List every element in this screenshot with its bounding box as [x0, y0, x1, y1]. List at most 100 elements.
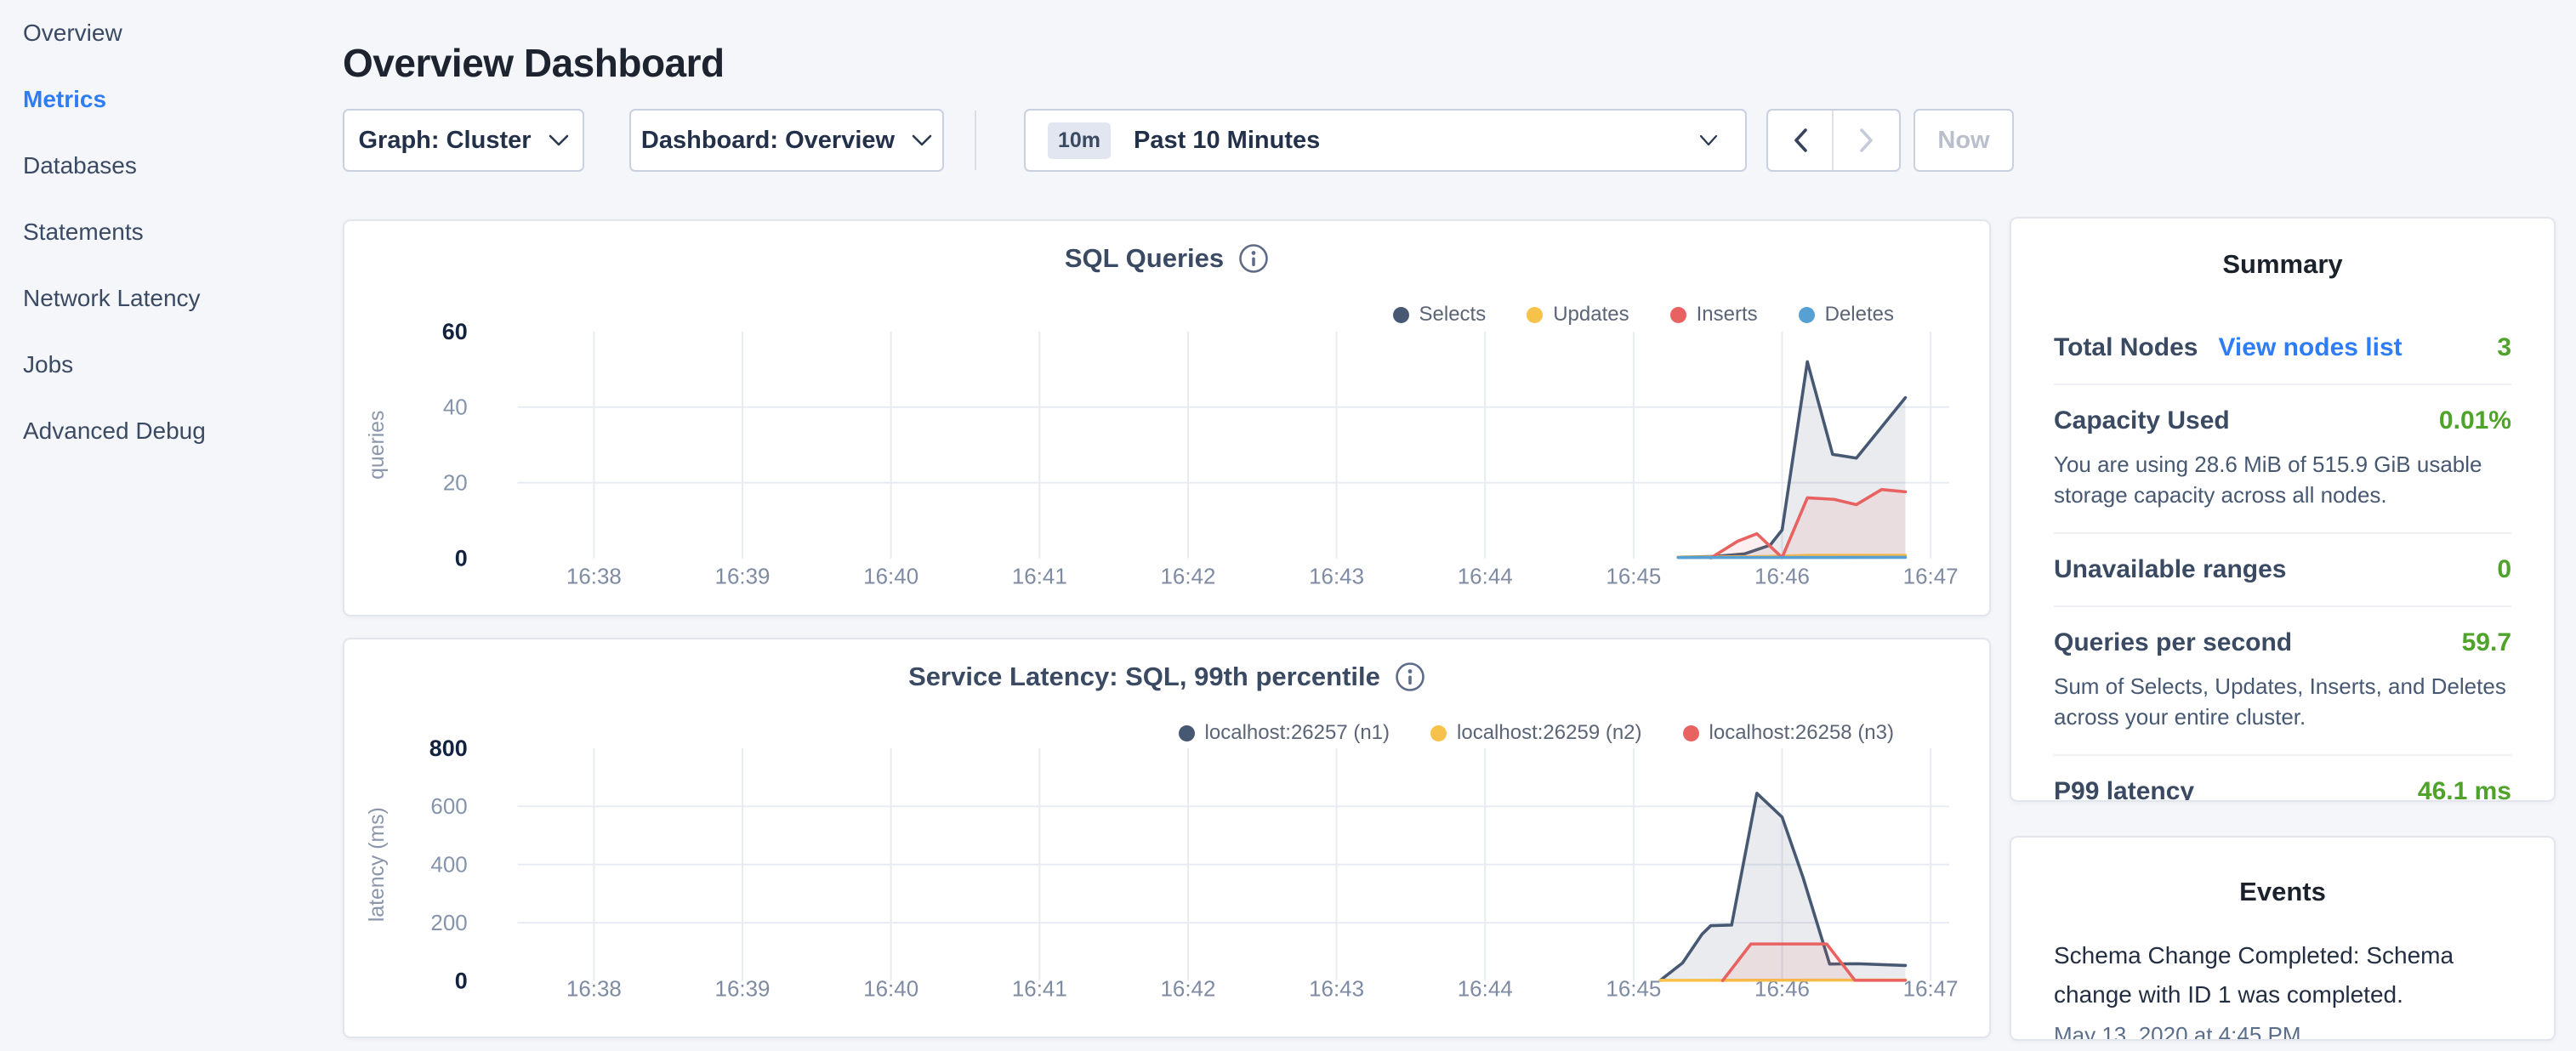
legend-item[interactable]: Updates [1527, 303, 1629, 327]
sidebar-item-databases[interactable]: Databases [23, 133, 340, 199]
legend-label: Deletes [1825, 303, 1894, 327]
page-title: Overview Dashboard [343, 40, 725, 86]
previous-time-button[interactable] [1768, 111, 1834, 170]
summary-row-queries-per-second: Queries per second 59.7 Sum of Selects, … [2054, 607, 2511, 756]
sql-queries-plot[interactable]: 16:3816:3916:4016:4116:4216:4316:4416:45… [344, 221, 1989, 615]
legend-label: localhost:26258 (n3) [1709, 721, 1894, 745]
svg-text:latency (ms): latency (ms) [365, 807, 389, 922]
service-latency-chart-card: Service Latency: SQL, 99th percentile lo… [343, 638, 1991, 1038]
svg-text:queries: queries [365, 411, 389, 480]
svg-text:16:44: 16:44 [1458, 565, 1513, 588]
now-button[interactable]: Now [1914, 109, 2014, 172]
summary-row-value: 46.1 ms [2418, 777, 2511, 802]
legend-label: localhost:26257 (n1) [1205, 721, 1390, 745]
summary-row-value: 3 [2497, 333, 2511, 362]
event-list-item[interactable]: Schema Change Completed: Schema change w… [2054, 936, 2511, 1041]
event-timestamp: May 13, 2020 at 4:45 PM [2054, 1022, 2511, 1041]
dashboard-dropdown-label: Dashboard: Overview [641, 127, 895, 155]
sidebar-item-network-latency[interactable]: Network Latency [23, 265, 340, 332]
summary-row-label: Capacity Used [2054, 406, 2230, 435]
time-range-badge: 10m [1048, 122, 1111, 159]
summary-row-label: P99 latency [2054, 777, 2194, 802]
legend-item[interactable]: Deletes [1799, 303, 1894, 327]
svg-text:16:46: 16:46 [1754, 565, 1810, 588]
svg-text:0: 0 [455, 546, 468, 571]
legend-item[interactable]: localhost:26258 (n3) [1683, 721, 1894, 745]
next-time-button[interactable] [1834, 111, 1899, 170]
chevron-down-icon [1699, 134, 1718, 151]
summary-row-value: 0 [2497, 555, 2511, 584]
events-panel: Events Schema Change Completed: Schema c… [2010, 836, 2556, 1041]
sql-queries-chart-card: SQL Queries Selects Updates Inserts Deletes… [343, 219, 1991, 616]
event-message: Schema Change Completed: Schema change w… [2054, 936, 2511, 1014]
time-range-selector[interactable]: 10m Past 10 Minutes [1024, 109, 1747, 172]
summary-title: Summary [2054, 249, 2511, 280]
svg-text:400: 400 [430, 854, 467, 878]
legend-dot-icon [1670, 307, 1686, 323]
summary-row-label: Queries per second [2054, 628, 2292, 657]
sidebar-item-statements[interactable]: Statements [23, 199, 340, 265]
legend-label: Selects [1419, 303, 1487, 327]
sidebar-item-metrics[interactable]: Metrics [23, 66, 340, 133]
events-title: Events [2054, 877, 2511, 907]
graph-dropdown-label: Graph: Cluster [358, 127, 531, 155]
time-range-label: Past 10 Minutes [1134, 127, 1320, 155]
svg-text:16:47: 16:47 [1903, 565, 1959, 588]
view-nodes-list-link[interactable]: View nodes list [2218, 333, 2402, 362]
legend-item[interactable]: localhost:26257 (n1) [1179, 721, 1390, 745]
svg-text:60: 60 [442, 319, 468, 344]
sidebar: Overview Metrics Databases Statements Ne… [0, 0, 340, 464]
svg-text:16:39: 16:39 [715, 565, 771, 588]
svg-text:16:40: 16:40 [863, 977, 918, 1001]
now-button-label: Now [1937, 127, 1989, 155]
summary-row-label: Unavailable ranges [2054, 555, 2286, 584]
svg-text:16:41: 16:41 [1012, 565, 1067, 588]
sidebar-item-advanced-debug[interactable]: Advanced Debug [23, 398, 340, 464]
info-icon[interactable] [1395, 662, 1425, 692]
sidebar-item-overview[interactable]: Overview [23, 0, 340, 66]
summary-row-description: You are using 28.6 MiB of 515.9 GiB usab… [2054, 449, 2511, 511]
summary-row-description: Sum of Selects, Updates, Inserts, and De… [2054, 671, 2511, 733]
chart-legend: localhost:26257 (n1) localhost:26259 (n2)… [1179, 721, 1894, 745]
sidebar-item-jobs[interactable]: Jobs [23, 332, 340, 398]
service-latency-plot[interactable]: 16:3816:3916:4016:4116:4216:4316:4416:45… [344, 639, 1989, 1037]
chart-title-text: SQL Queries [1065, 243, 1224, 274]
svg-text:16:43: 16:43 [1309, 977, 1364, 1001]
svg-text:16:38: 16:38 [566, 565, 622, 588]
legend-label: localhost:26259 (n2) [1457, 721, 1641, 745]
svg-text:16:38: 16:38 [566, 977, 622, 1001]
svg-text:0: 0 [455, 969, 468, 994]
graph-dropdown[interactable]: Graph: Cluster [343, 109, 584, 172]
legend-dot-icon [1393, 307, 1409, 323]
svg-text:16:45: 16:45 [1606, 565, 1661, 588]
svg-text:16:40: 16:40 [863, 565, 918, 588]
dashboard-dropdown[interactable]: Dashboard: Overview [629, 109, 944, 172]
chart-title-text: Service Latency: SQL, 99th percentile [908, 662, 1380, 692]
chevron-right-icon [1859, 128, 1874, 153]
legend-dot-icon [1799, 307, 1815, 323]
info-icon[interactable] [1238, 243, 1269, 274]
summary-row-p99-latency: P99 latency 46.1 ms [2054, 756, 2511, 802]
svg-text:16:47: 16:47 [1903, 977, 1959, 1001]
legend-item[interactable]: localhost:26259 (n2) [1430, 721, 1641, 745]
time-pager [1766, 109, 1901, 172]
svg-text:16:43: 16:43 [1309, 565, 1364, 588]
summary-panel: Summary Total Nodes View nodes list 3 Ca… [2010, 217, 2556, 802]
svg-text:20: 20 [443, 472, 468, 496]
summary-row-capacity-used: Capacity Used 0.01% You are using 28.6 M… [2054, 385, 2511, 534]
chevron-down-icon [912, 134, 932, 146]
summary-row-value: 0.01% [2439, 406, 2511, 435]
legend-dot-icon [1683, 725, 1699, 741]
chart-title: Service Latency: SQL, 99th percentile [344, 662, 1989, 692]
legend-label: Updates [1553, 303, 1629, 327]
legend-item[interactable]: Inserts [1670, 303, 1758, 327]
svg-text:16:44: 16:44 [1458, 977, 1513, 1001]
legend-dot-icon [1430, 725, 1447, 741]
svg-text:16:41: 16:41 [1012, 977, 1067, 1001]
legend-item[interactable]: Selects [1393, 303, 1487, 327]
svg-text:16:39: 16:39 [715, 977, 771, 1001]
legend-label: Inserts [1697, 303, 1758, 327]
svg-text:16:45: 16:45 [1606, 977, 1661, 1001]
chart-legend: Selects Updates Inserts Deletes [1393, 303, 1895, 327]
summary-row-unavailable-ranges: Unavailable ranges 0 [2054, 534, 2511, 607]
